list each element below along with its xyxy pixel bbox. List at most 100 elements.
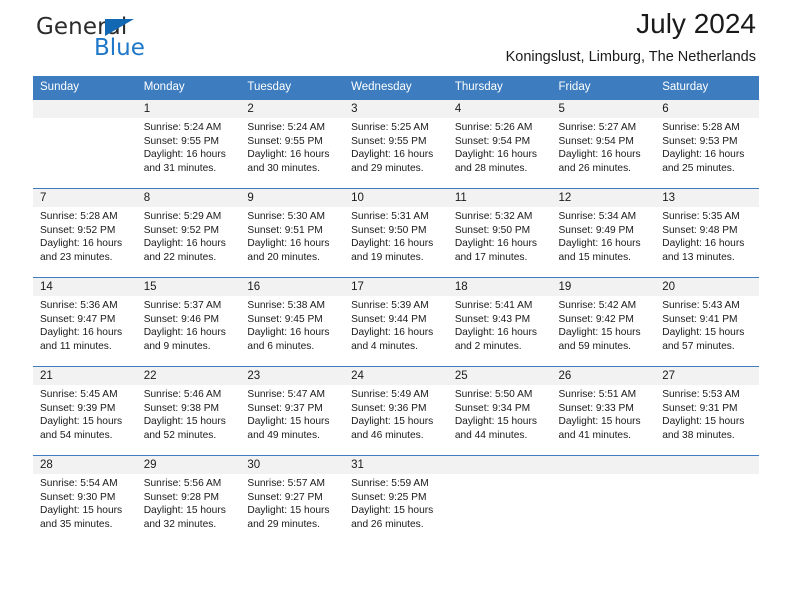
day-number: 31 bbox=[344, 456, 448, 474]
calendar-day-cell-empty bbox=[447, 455, 552, 545]
daylight-text-line2: and 29 minutes. bbox=[351, 162, 424, 174]
calendar-week-row: 21 Sunrise: 5:45 AM Sunset: 9:39 PM Dayligh… bbox=[33, 366, 759, 456]
calendar-day-cell[interactable]: 7 Sunrise: 5:28 AM Sunset: 9:52 PM Daylight… bbox=[33, 188, 137, 278]
calendar-day-cell[interactable]: 21 Sunrise: 5:45 AM Sunset: 9:39 PM Dayligh… bbox=[33, 366, 137, 456]
calendar-day-cell[interactable]: 9 Sunrise: 5:30 AM Sunset: 9:51 PM Daylight… bbox=[240, 188, 345, 278]
sunset-text: Sunset: 9:28 PM bbox=[143, 491, 220, 503]
day-sun-info: Sunrise: 5:29 AM Sunset: 9:52 PM Daylight:… bbox=[137, 207, 241, 264]
calendar-day-cell[interactable]: 12 Sunrise: 5:34 AM Sunset: 9:49 PM Dayligh… bbox=[551, 188, 656, 278]
daylight-text-line2: and 17 minutes. bbox=[454, 251, 528, 263]
sunrise-text: Sunrise: 5:24 AM bbox=[143, 122, 222, 133]
daylight-text-line1: Daylight: 15 hours bbox=[558, 327, 641, 339]
calendar-week-row: 1 Sunrise: 5:24 AM Sunset: 9:55 PM Daylight… bbox=[33, 99, 759, 189]
calendar-day-cell[interactable]: 3 Sunrise: 5:25 AM Sunset: 9:55 PM Daylight… bbox=[344, 99, 448, 189]
day-sun-info: Sunrise: 5:56 AM Sunset: 9:28 PM Daylight:… bbox=[137, 474, 241, 531]
day-number: 1 bbox=[136, 100, 241, 118]
title-block: July 2024 Koningslust, Limburg, The Neth… bbox=[506, 6, 756, 68]
daylight-text-line1: Daylight: 15 hours bbox=[454, 416, 537, 428]
sunrise-text: Sunrise: 5:59 AM bbox=[351, 478, 429, 489]
day-sun-info: Sunrise: 5:31 AM Sunset: 9:50 PM Daylight:… bbox=[344, 207, 448, 264]
daylight-text-line2: and 25 minutes. bbox=[662, 162, 735, 174]
calendar-day-cell[interactable]: 29 Sunrise: 5:56 AM Sunset: 9:28 PM Dayligh… bbox=[136, 455, 241, 545]
sunset-text: Sunset: 9:33 PM bbox=[558, 402, 634, 414]
day-number: 5 bbox=[551, 100, 656, 118]
calendar-day-cell[interactable]: 4 Sunrise: 5:26 AM Sunset: 9:54 PM Daylight… bbox=[447, 99, 552, 189]
sunrise-text: Sunrise: 5:54 AM bbox=[40, 478, 118, 489]
daylight-text-line1: Daylight: 16 hours bbox=[454, 327, 537, 339]
calendar-day-cell[interactable]: 26 Sunrise: 5:51 AM Sunset: 9:33 PM Dayligh… bbox=[551, 366, 656, 456]
daylight-text-line1: Daylight: 16 hours bbox=[247, 238, 330, 250]
sunrise-text: Sunrise: 5:24 AM bbox=[247, 122, 325, 133]
day-number bbox=[33, 100, 137, 118]
calendar-day-cell-empty bbox=[551, 455, 656, 545]
daylight-text-line2: and 26 minutes. bbox=[558, 162, 632, 174]
calendar-day-cell[interactable]: 14 Sunrise: 5:36 AM Sunset: 9:47 PM Dayligh… bbox=[33, 277, 137, 367]
day-sun-info: Sunrise: 5:50 AM Sunset: 9:34 PM Daylight:… bbox=[448, 385, 552, 442]
daylight-text-line1: Daylight: 16 hours bbox=[143, 327, 226, 339]
calendar-day-cell[interactable]: 18 Sunrise: 5:41 AM Sunset: 9:43 PM Dayligh… bbox=[447, 277, 552, 367]
sunset-text: Sunset: 9:47 PM bbox=[40, 313, 116, 325]
day-number: 27 bbox=[655, 367, 759, 385]
sunset-text: Sunset: 9:51 PM bbox=[247, 224, 323, 236]
sunrise-text: Sunrise: 5:34 AM bbox=[558, 211, 637, 222]
calendar-day-cell[interactable]: 15 Sunrise: 5:37 AM Sunset: 9:46 PM Dayligh… bbox=[136, 277, 241, 367]
sunset-text: Sunset: 9:55 PM bbox=[351, 135, 427, 147]
sunrise-text: Sunrise: 5:56 AM bbox=[143, 478, 222, 489]
daylight-text-line2: and 15 minutes. bbox=[558, 251, 632, 263]
calendar-day-cell[interactable]: 6 Sunrise: 5:28 AM Sunset: 9:53 PM Daylight… bbox=[655, 99, 759, 189]
day-sun-info: Sunrise: 5:54 AM Sunset: 9:30 PM Daylight:… bbox=[33, 474, 137, 531]
day-sun-info: Sunrise: 5:49 AM Sunset: 9:36 PM Daylight:… bbox=[344, 385, 448, 442]
calendar-day-cell[interactable]: 8 Sunrise: 5:29 AM Sunset: 9:52 PM Daylight… bbox=[136, 188, 241, 278]
sunset-text: Sunset: 9:34 PM bbox=[454, 402, 531, 414]
calendar-day-cell[interactable]: 1 Sunrise: 5:24 AM Sunset: 9:55 PM Daylight… bbox=[136, 99, 241, 189]
daylight-text-line1: Daylight: 16 hours bbox=[40, 238, 123, 250]
day-sun-info: Sunrise: 5:37 AM Sunset: 9:46 PM Daylight:… bbox=[137, 296, 241, 353]
calendar-day-cell[interactable]: 27 Sunrise: 5:53 AM Sunset: 9:31 PM Dayligh… bbox=[655, 366, 759, 456]
calendar-day-cell[interactable]: 24 Sunrise: 5:49 AM Sunset: 9:36 PM Dayligh… bbox=[344, 366, 448, 456]
daylight-text-line1: Daylight: 15 hours bbox=[143, 416, 226, 428]
calendar-day-cell[interactable]: 10 Sunrise: 5:31 AM Sunset: 9:50 PM Dayligh… bbox=[344, 188, 448, 278]
sunset-text: Sunset: 9:55 PM bbox=[247, 135, 323, 147]
sunset-text: Sunset: 9:36 PM bbox=[351, 402, 427, 414]
daylight-text-line1: Daylight: 15 hours bbox=[40, 416, 123, 428]
page-title: July 2024 bbox=[636, 8, 756, 39]
calendar-day-cell[interactable]: 17 Sunrise: 5:39 AM Sunset: 9:44 PM Dayligh… bbox=[344, 277, 448, 367]
day-number: 17 bbox=[344, 278, 448, 296]
daylight-text-line1: Daylight: 16 hours bbox=[662, 149, 745, 161]
sunrise-text: Sunrise: 5:39 AM bbox=[351, 300, 429, 311]
calendar-day-cell[interactable]: 2 Sunrise: 5:24 AM Sunset: 9:55 PM Daylight… bbox=[240, 99, 345, 189]
general-blue-logo[interactable]: General Blue bbox=[36, 14, 256, 70]
calendar-day-cell[interactable]: 13 Sunrise: 5:35 AM Sunset: 9:48 PM Dayligh… bbox=[655, 188, 759, 278]
day-number bbox=[551, 456, 656, 474]
calendar-day-cell[interactable]: 25 Sunrise: 5:50 AM Sunset: 9:34 PM Dayligh… bbox=[447, 366, 552, 456]
calendar-day-cell[interactable]: 20 Sunrise: 5:43 AM Sunset: 9:41 PM Dayligh… bbox=[655, 277, 759, 367]
calendar-day-cell[interactable]: 19 Sunrise: 5:42 AM Sunset: 9:42 PM Dayligh… bbox=[551, 277, 656, 367]
day-sun-info: Sunrise: 5:34 AM Sunset: 9:49 PM Daylight:… bbox=[552, 207, 656, 264]
calendar-day-cell[interactable]: 31 Sunrise: 5:59 AM Sunset: 9:25 PM Dayligh… bbox=[344, 455, 448, 545]
calendar-day-cell[interactable]: 28 Sunrise: 5:54 AM Sunset: 9:30 PM Dayligh… bbox=[33, 455, 137, 545]
calendar-week-row: 14 Sunrise: 5:36 AM Sunset: 9:47 PM Dayligh… bbox=[33, 277, 759, 367]
day-sun-info: Sunrise: 5:36 AM Sunset: 9:47 PM Daylight:… bbox=[33, 296, 137, 353]
daylight-text-line1: Daylight: 16 hours bbox=[247, 327, 330, 339]
daylight-text-line1: Daylight: 16 hours bbox=[247, 149, 330, 161]
day-number bbox=[655, 456, 759, 474]
month-calendar: Sunday Monday Tuesday Wednesday Thursday… bbox=[33, 76, 759, 545]
sunrise-text: Sunrise: 5:32 AM bbox=[454, 211, 533, 222]
daylight-text-line2: and 13 minutes. bbox=[662, 251, 735, 263]
daylight-text-line2: and 30 minutes. bbox=[247, 162, 320, 174]
day-number: 4 bbox=[447, 100, 552, 118]
daylight-text-line1: Daylight: 16 hours bbox=[454, 149, 537, 161]
sunset-text: Sunset: 9:39 PM bbox=[40, 402, 116, 414]
calendar-day-cell[interactable]: 30 Sunrise: 5:57 AM Sunset: 9:27 PM Dayligh… bbox=[240, 455, 345, 545]
calendar-day-cell[interactable]: 16 Sunrise: 5:38 AM Sunset: 9:45 PM Dayligh… bbox=[240, 277, 345, 367]
day-sun-info: Sunrise: 5:47 AM Sunset: 9:37 PM Daylight:… bbox=[240, 385, 344, 442]
sunrise-text: Sunrise: 5:43 AM bbox=[662, 300, 740, 311]
day-number bbox=[447, 456, 552, 474]
calendar-day-cell[interactable]: 11 Sunrise: 5:32 AM Sunset: 9:50 PM Dayligh… bbox=[447, 188, 552, 278]
sunrise-text: Sunrise: 5:26 AM bbox=[454, 122, 533, 133]
calendar-page: General Blue July 2024 Koningslust, Limb… bbox=[0, 0, 792, 612]
calendar-day-cell[interactable]: 5 Sunrise: 5:27 AM Sunset: 9:54 PM Daylight… bbox=[551, 99, 656, 189]
sunrise-text: Sunrise: 5:27 AM bbox=[558, 122, 637, 133]
calendar-day-cell[interactable]: 22 Sunrise: 5:46 AM Sunset: 9:38 PM Dayligh… bbox=[136, 366, 241, 456]
calendar-day-cell[interactable]: 23 Sunrise: 5:47 AM Sunset: 9:37 PM Dayligh… bbox=[240, 366, 345, 456]
